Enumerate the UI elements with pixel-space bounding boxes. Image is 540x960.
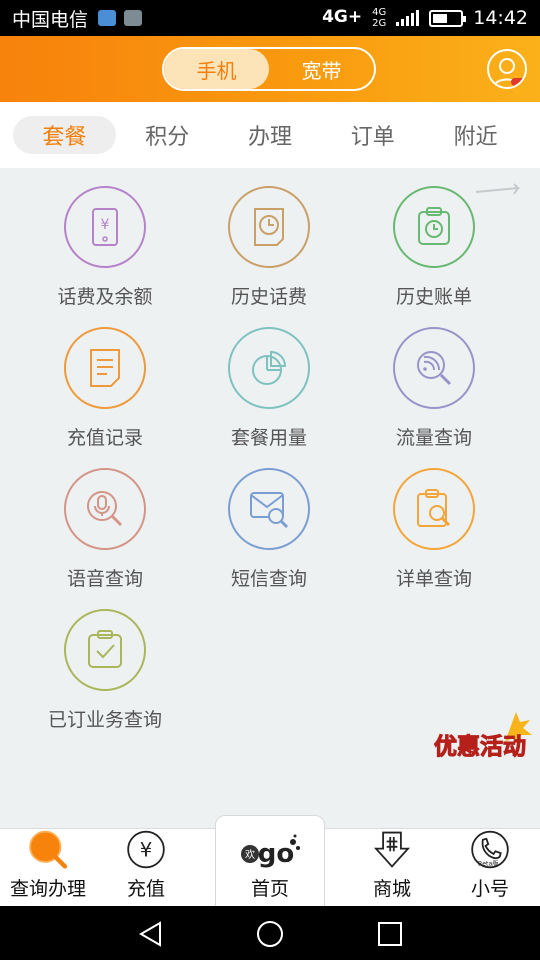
feature-sms-query[interactable]: 短信查询 [194,468,344,598]
clock-clipboard-icon [393,186,475,268]
feature-grid: ¥ 话费及余额 历史话费 历史账单 充值记录 套餐用量 流量查询 语音查询 短信… [0,168,540,828]
feature-label: 语音查询 [66,568,143,590]
nav-query[interactable]: 查询办理 [6,829,90,907]
bottom-nav: 查询办理 ¥ 充值 欢 go 首页 商城 Beta版 小号 [0,815,540,907]
pie-chart-icon [228,327,310,409]
nav-home[interactable]: 欢 go 首页 [215,815,325,907]
feature-balance[interactable]: ¥ 话费及余额 [30,186,180,316]
nav-label: 查询办理 [9,878,86,900]
feature-label: 话费及余额 [57,286,153,308]
network-sub-4g: 4G [372,7,387,18]
feature-label: 历史话费 [230,286,307,308]
microphone-search-icon [64,468,146,550]
feature-history-bill[interactable]: 历史账单 [359,186,509,316]
feature-subscribed-services[interactable]: 已订业务查询 [30,609,180,739]
feature-label: 套餐用量 [230,427,307,449]
feature-history-fee[interactable]: 历史话费 [194,186,344,316]
clock: 14:42 [473,7,528,29]
promo-text: 优惠活动 [434,734,526,760]
svg-text:¥: ¥ [140,839,152,862]
feature-package-usage[interactable]: 套餐用量 [194,327,344,457]
logo-sub-text: 欢 [245,848,255,861]
back-icon[interactable] [136,920,166,948]
search-orange-icon [29,830,68,869]
tab-package[interactable]: 套餐 [13,116,116,154]
nav-sub-number[interactable]: Beta版 小号 [448,829,532,907]
segment-broadband[interactable]: 宽带 [269,49,374,89]
notification-app-icon [98,10,117,26]
signal-search-icon [393,327,475,409]
feature-voice-query[interactable]: 语音查询 [30,468,180,598]
carrier-name: 中国电信 [12,8,89,31]
signal-icon [396,10,420,26]
nav-label: 充值 [126,878,165,900]
tab-handle[interactable]: 办理 [219,116,322,154]
feature-label: 流量查询 [395,427,472,449]
network-type: 4G+ [322,7,363,27]
network-indicator: 4G+ [322,9,362,26]
tab-orders[interactable]: 订单 [321,116,424,154]
network-sub-2g: 2G [372,18,387,29]
notification-image-icon [124,10,143,26]
svg-text:¥: ¥ [101,217,110,233]
nav-label: 首页 [250,878,289,900]
user-avatar-icon[interactable] [487,49,527,89]
document-lines-icon [64,327,146,409]
feature-recharge-record[interactable]: 充值记录 [30,327,180,457]
segment-switcher: 手机 宽带 [162,47,376,91]
feature-label: 历史账单 [395,286,472,308]
feature-detail-query[interactable]: 详单查询 [359,468,509,598]
clipboard-check-icon [64,609,146,691]
category-tabs: 套餐 积分 办理 订单 附近 [0,102,540,168]
clipboard-search-icon [393,468,475,550]
tab-points[interactable]: 积分 [116,116,219,154]
shop-arrow-icon [373,831,411,868]
promo-badge[interactable]: 优惠活动 [432,708,538,764]
system-nav-bar [0,906,540,960]
yuan-circle-icon: ¥ [127,830,165,869]
recents-icon[interactable] [376,920,404,948]
tab-nearby[interactable]: 附近 [424,116,527,154]
nav-label: 小号 [470,878,509,900]
app-header: 手机 宽带 [0,36,540,102]
feature-label: 已订业务查询 [47,709,162,731]
feature-data-query[interactable]: 流量查询 [359,327,509,457]
egoo-logo-icon: 欢 go [241,834,300,869]
beta-badge: Beta版 [478,860,499,868]
nav-label: 商城 [372,878,411,900]
clock-document-icon [228,186,310,268]
battery-icon [429,9,467,27]
message-search-icon [228,468,310,550]
feature-label: 短信查询 [230,568,307,590]
phone-yuan-icon: ¥ [64,186,146,268]
feature-label: 充值记录 [66,427,143,449]
status-bar: 中国电信 4G+ 4G 2G 14:42 [0,0,540,36]
logo-text: go [258,839,294,869]
segment-phone[interactable]: 手机 [164,49,269,89]
network-sub: 4G 2G [372,7,386,29]
nav-mall[interactable]: 商城 [350,829,434,907]
feature-label: 详单查询 [395,568,472,590]
phone-beta-icon: Beta版 [471,830,509,869]
nav-recharge[interactable]: ¥ 充值 [104,829,188,907]
home-icon[interactable] [255,919,285,949]
